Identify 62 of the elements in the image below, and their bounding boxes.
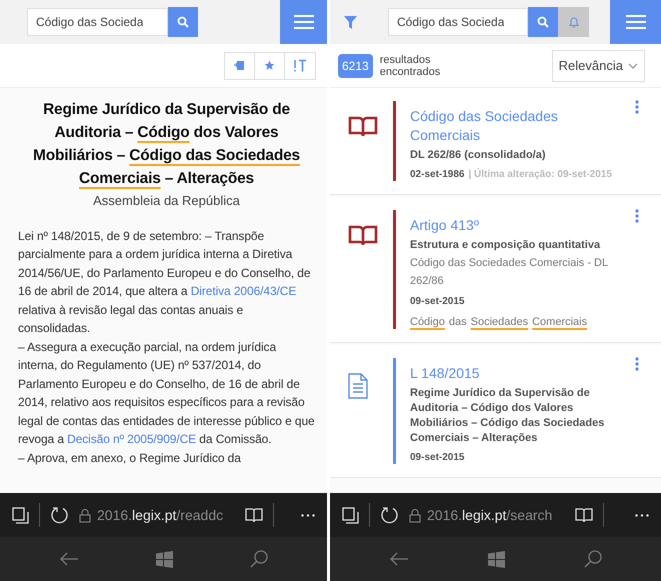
windows-icon[interactable] [488, 550, 505, 568]
lock-icon [79, 508, 91, 522]
document-author: Assembleia da República [92, 192, 241, 210]
refresh-icon[interactable] [50, 506, 69, 524]
document-title: Regime Jurídico da Supervisão de Auditoria – Código dos Valores Mobiliários – Código das Sociedades Comerciais – Alterações [32, 100, 301, 189]
matched-terms: Código das Sociedades Comerciais [410, 315, 588, 329]
more-icon[interactable] [635, 514, 649, 516]
last-modified-date: | Última alteração: 09-set-2015 [468, 168, 612, 181]
document-paragraph: – Aprova, em anexo, o Regime Jurídico da [18, 450, 242, 466]
back-icon[interactable] [58, 552, 79, 566]
search-icon [537, 16, 549, 28]
result-card[interactable]: Artigo 413º Estrutura e composição quantitativa Código das Sociedades Comerciais - DL 262/86 09-set-2015 Código das Sociedades Comerciais [330, 197, 661, 343]
search-icon[interactable] [250, 550, 268, 568]
result-date: 09-set-2015 [410, 295, 464, 308]
search-field[interactable]: Código das Socieda [27, 8, 168, 36]
more-icon[interactable] [301, 514, 315, 516]
menu-icon [626, 15, 646, 29]
result-count-label: resultados encontrados [380, 54, 442, 78]
result-subtitle: Regime Jurídico da Supervisão de Auditoria – Código dos Valores Mobiliários – Código das Sociedades Comerciais – Alterações [410, 386, 606, 446]
star-icon [264, 60, 275, 71]
document-paragraph: Lei nº 148/2015, de 9 de setembro: – Transpõe parcialmente para a ordem jurídica interna a Diretiva 2014/56/UE, do Parlamento Europeu e do Conselho, de 16 de abril de 2014, que altera a Diretiva 2006/43/CE relativa à revisão legal das contas anuais e consolidadas. [18, 228, 312, 337]
result-date: 02-set-1986 [410, 168, 464, 181]
more-options-icon[interactable] [635, 100, 639, 114]
more-options-icon[interactable] [635, 357, 639, 371]
result-subtitle: Estrutura e composição quantitativa [410, 238, 602, 253]
result-date: 09-set-2015 [410, 451, 464, 464]
refresh-icon[interactable] [380, 506, 399, 524]
search-button[interactable] [168, 7, 198, 37]
result-source: Código das Sociedades Comerciais - DL 262/86 [410, 256, 609, 289]
menu-button[interactable] [610, 0, 661, 44]
sort-dropdown[interactable]: Relevância [552, 50, 645, 82]
text-size-icon [293, 59, 307, 72]
notifications-button[interactable] [558, 7, 589, 37]
result-count: 6213 [338, 54, 373, 78]
reading-view-icon[interactable] [575, 508, 593, 522]
reading-view-icon[interactable] [245, 508, 263, 522]
clipboard-icon [234, 60, 245, 71]
search-icon[interactable] [584, 550, 602, 568]
book-icon [348, 116, 378, 138]
filter-button[interactable] [342, 14, 358, 30]
book-icon [348, 225, 378, 247]
tabs-icon[interactable] [342, 506, 359, 524]
document-link[interactable]: Diretiva 2006/43/CE [190, 284, 296, 298]
filter-icon [344, 16, 356, 28]
search-button[interactable] [528, 7, 558, 37]
result-card[interactable]: L 148/2015 Regime Jurídico da Supervisão de Auditoria – Código dos Valores Mobiliários – Código das Sociedades Comerciais – Alterações 09-set-2015 [330, 345, 661, 478]
bell-icon [568, 16, 578, 28]
result-subtitle: DL 262/86 (consolidado/a) [410, 148, 547, 163]
search-field[interactable]: Código das Socieda [388, 8, 528, 36]
document-icon [348, 373, 368, 399]
lock-icon [409, 508, 421, 522]
menu-icon [294, 15, 314, 29]
windows-icon[interactable] [156, 550, 173, 568]
more-options-icon[interactable] [635, 209, 639, 223]
back-icon[interactable] [389, 552, 410, 566]
tabs-icon[interactable] [12, 506, 29, 524]
document-link[interactable]: Decisão nº 2005/909/CE [67, 432, 196, 446]
search-icon [177, 16, 189, 28]
menu-button[interactable] [280, 0, 327, 44]
result-card[interactable]: Código das Sociedades Comerciais DL 262/86 (consolidado/a) 02-set-1986 | Última alteração: 09-set-2015 [330, 88, 661, 195]
chevron-down-icon [628, 62, 638, 68]
document-paragraph: – Assegura a execução parcial, na ordem jurídica interna, do Regulamento (UE) nº 537/2014, do Parlamento Europeu e do Conselho, de 16 de abril de 2014, relativo aos requisitos específicos para a revisão legal de contas das entidades de interesse público e que revoga a Decisão nº 2005/909/CE da Comissão. [18, 338, 315, 448]
